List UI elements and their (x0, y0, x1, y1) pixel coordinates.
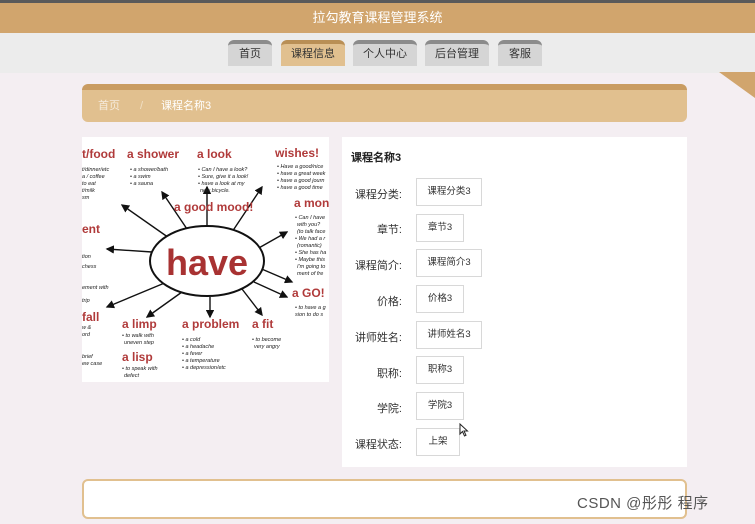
svg-text:uneven step: uneven step (124, 340, 154, 346)
svg-text:a GO!: a GO! (292, 286, 325, 300)
mouse-cursor-icon (459, 422, 469, 440)
svg-text:• Can I have a look?: • Can I have a look? (198, 167, 248, 173)
svg-text:t/dinner/etc: t/dinner/etc (82, 167, 109, 173)
field-value-title: 职称3 (416, 356, 464, 384)
svg-text:• Have a good/nice: • Have a good/nice (277, 164, 323, 170)
svg-text:a shower: a shower (127, 147, 179, 161)
svg-text:• a temperature: • a temperature (182, 358, 220, 364)
field-label-status: 课程状态: (354, 439, 402, 451)
svg-text:very angry: very angry (254, 344, 281, 350)
svg-text:• to walk with: • to walk with (122, 333, 154, 339)
svg-text:• have a good time: • have a good time (277, 185, 323, 191)
field-value-category: 课程分类3 (416, 178, 482, 206)
field-label-title: 职称: (376, 368, 402, 380)
svg-text:a lisp: a lisp (122, 350, 153, 364)
svg-text:• a cold: • a cold (182, 337, 201, 343)
svg-text:to eat: to eat (82, 181, 96, 187)
svg-text:ord: ord (82, 332, 91, 338)
svg-text:t/milk: t/milk (82, 188, 95, 194)
svg-text:• a shower/bath: • a shower/bath (130, 167, 168, 173)
field-value-intro: 课程简介3 (416, 249, 482, 277)
svg-text:• Can I have: • Can I have (295, 215, 325, 221)
svg-text:(to talk face: (to talk face (297, 229, 325, 235)
svg-text:with you?: with you? (297, 222, 321, 228)
nav-tab-course-info[interactable]: 课程信息 (281, 40, 345, 66)
svg-text:• to speak with: • to speak with (122, 366, 158, 372)
svg-text:• We had a r: • We had a r (295, 236, 326, 242)
breadcrumb: 首页 / 课程名称3 (82, 84, 687, 122)
nav-tab-customer-service[interactable]: 客服 (498, 40, 542, 66)
watermark: CSDN @彤彤 程序 (577, 495, 709, 512)
svg-text:sm: sm (82, 195, 90, 201)
svg-text:• have a good journ: • have a good journ (277, 178, 325, 184)
svg-text:w &: w & (82, 325, 92, 331)
svg-text:• a fever: • a fever (182, 351, 203, 357)
svg-text:ement with: ement with (82, 285, 109, 291)
svg-text:• a headache: • a headache (182, 344, 214, 350)
svg-text:a look: a look (197, 147, 232, 161)
corner-decoration (719, 72, 755, 98)
svg-text:trip: trip (82, 298, 90, 304)
svg-text:• to become: • to become (252, 337, 281, 343)
svg-text:• have a great week: • have a great week (277, 171, 326, 177)
site-title: 拉勾教育课程管理系统 (312, 10, 443, 25)
field-value-chapter: 章节3 (416, 214, 464, 242)
nav-tab-admin[interactable]: 后台管理 (425, 40, 489, 66)
svg-text:a / coffee: a / coffee (82, 174, 105, 180)
nav-tab-personal-center[interactable]: 个人中心 (353, 40, 417, 66)
svg-text:brief: brief (82, 354, 93, 360)
field-label-chapter: 章节: (376, 224, 402, 236)
svg-text:• Maybe this: • Maybe this (295, 257, 325, 263)
svg-text:t/food: t/food (82, 147, 115, 161)
svg-text:• a swim: • a swim (130, 174, 151, 180)
svg-text:• Sure, give it a look!: • Sure, give it a look! (198, 174, 249, 180)
field-value-price: 价格3 (416, 285, 464, 313)
svg-text:a mon: a mon (294, 196, 329, 210)
site-header: 拉勾教育课程管理系统 (0, 3, 755, 33)
course-detail-panel: 课程名称3 课程分类: 课程分类3 章节: 章节3 课程简介: 课程简介3 价格… (342, 137, 687, 467)
field-label-intro: 课程简介: (354, 260, 402, 272)
svg-text:a fit: a fit (252, 317, 273, 331)
svg-text:tion: tion (82, 254, 91, 260)
nav-tab-home[interactable]: 首页 (228, 40, 272, 66)
field-value-status: 上架 (416, 428, 460, 456)
field-value-teacher: 讲师姓名3 (416, 321, 482, 349)
field-label-college: 学院: (376, 403, 402, 415)
svg-text:ment of fre: ment of fre (297, 271, 323, 277)
breadcrumb-current: 课程名称3 (161, 100, 212, 112)
svg-text:sion to do s: sion to do s (295, 312, 323, 318)
svg-text:ew case: ew case (82, 361, 102, 367)
svg-text:wishes!: wishes! (274, 146, 319, 160)
svg-text:a problem: a problem (182, 317, 239, 331)
svg-text:chess: chess (82, 264, 97, 270)
field-value-college: 学院3 (416, 392, 464, 420)
svg-text:I'm going to: I'm going to (297, 264, 325, 270)
svg-text:(romantic): (romantic) (297, 243, 322, 249)
svg-text:defect: defect (124, 373, 139, 379)
svg-text:fall: fall (82, 310, 99, 324)
breadcrumb-separator: / (140, 100, 144, 112)
svg-text:• She has ha: • She has ha (295, 250, 326, 256)
svg-text:new bicycle.: new bicycle. (200, 188, 230, 194)
svg-text:• a sauna: • a sauna (130, 181, 153, 187)
svg-text:a limp: a limp (122, 317, 157, 331)
field-label-category: 课程分类: (354, 189, 402, 201)
svg-text:ent: ent (82, 222, 100, 236)
course-image: have t/food a shower a look wishes! a go… (82, 137, 329, 382)
center-word: have (166, 242, 248, 283)
breadcrumb-home[interactable]: 首页 (98, 100, 120, 112)
svg-text:a good mood!: a good mood! (174, 200, 253, 214)
course-title: 课程名称3 (351, 152, 402, 164)
svg-text:• to have a g: • to have a g (295, 305, 327, 311)
field-label-price: 价格: (376, 296, 402, 308)
svg-text:• have a look at my: • have a look at my (198, 181, 246, 187)
field-label-teacher: 讲师姓名: (354, 332, 402, 344)
svg-text:• a depression/etc: • a depression/etc (182, 365, 226, 371)
